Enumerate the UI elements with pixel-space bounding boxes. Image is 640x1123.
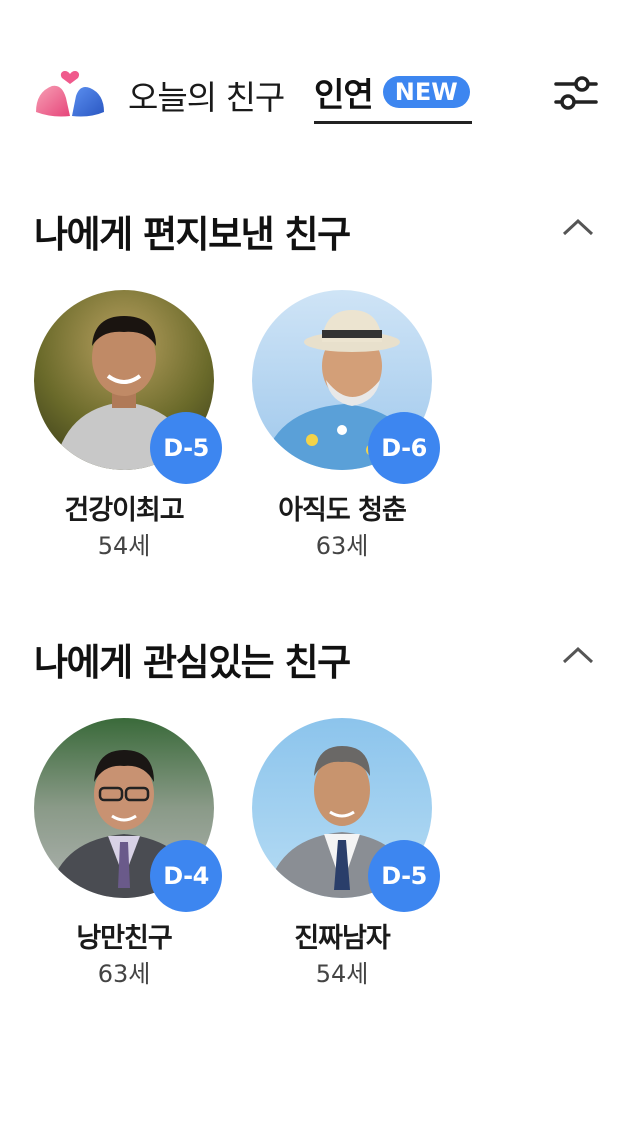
friend-card[interactable]: D-6 아직도 청춘 63세 [248,290,458,560]
friend-age: 54세 [315,960,369,988]
new-badge: NEW [382,75,470,108]
chevron-up-icon[interactable] [558,212,598,242]
friend-card[interactable]: D-4 낭만친구 63세 [30,718,240,988]
friend-age: 63세 [315,532,369,560]
friend-age: 54세 [97,532,151,560]
filter-settings-icon[interactable] [552,72,600,116]
friend-age: 63세 [97,960,151,988]
section-title: 나에게 편지보낸 친구 [34,213,351,256]
section-title: 나에게 관심있는 친구 [34,641,351,684]
chevron-up-icon[interactable] [558,640,598,670]
dday-badge: D-4 [150,840,222,912]
friend-card[interactable]: D-5 건강이최고 54세 [30,290,240,560]
app-logo-icon [36,71,104,117]
tab-today-friend[interactable]: 오늘의 친구 [128,66,285,124]
tab-inyeon[interactable]: 인연 NEW [314,66,472,124]
top-header: 오늘의 친구 인연 NEW [0,0,640,150]
dday-badge: D-6 [368,412,440,484]
friend-name: 낭만친구 [76,923,172,954]
dday-badge: D-5 [150,412,222,484]
friend-name: 아직도 청춘 [278,495,407,526]
dday-badge: D-5 [368,840,440,912]
friend-name: 진짜남자 [294,923,390,954]
tab-today-label: 오늘의 친구 [128,78,285,117]
friend-card[interactable]: D-5 진짜남자 54세 [248,718,458,988]
friend-name: 건강이최고 [64,495,184,526]
tab-inyeon-label: 인연 [314,74,374,114]
